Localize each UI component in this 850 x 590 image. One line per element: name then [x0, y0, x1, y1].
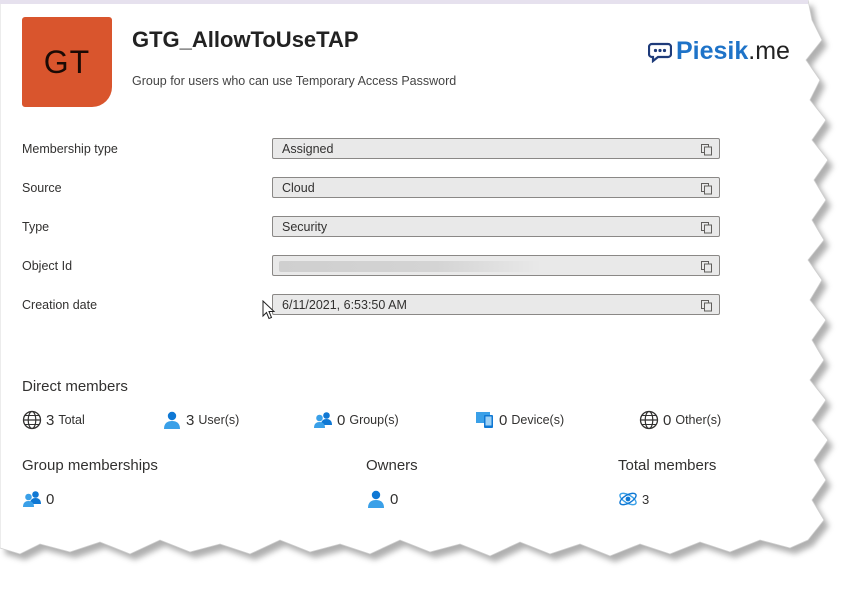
members-icon	[619, 492, 637, 506]
group-memberships-count: 0	[46, 490, 55, 508]
user-icon	[368, 490, 384, 508]
owners-heading: Owners	[366, 457, 418, 474]
source-label: Source	[22, 181, 62, 195]
creation-date-label: Creation date	[22, 298, 98, 312]
source-field: Cloud	[272, 177, 720, 198]
source-value: Cloud	[282, 181, 315, 195]
direct-groups-count: 0	[337, 411, 346, 429]
type-label: Type	[22, 220, 50, 234]
direct-total-count: 3	[46, 411, 55, 429]
direct-devices-label: Device(s)	[511, 413, 565, 427]
copy-icon[interactable]	[700, 221, 713, 234]
device-icon	[476, 412, 493, 428]
creation-date-value: 6/11/2021, 6:53:50 AM	[282, 298, 407, 312]
copy-icon[interactable]	[700, 182, 713, 195]
object-id-label: Object Id	[22, 259, 73, 273]
brand-watermark: Piesik .me	[648, 37, 790, 66]
total-members-heading: Total members	[618, 457, 717, 474]
creation-date-field: 6/11/2021, 6:53:50 AM	[272, 294, 720, 315]
group-memberships-stat[interactable]: 0	[22, 489, 54, 509]
direct-users-label: User(s)	[198, 413, 240, 427]
avatar-initials: GT	[43, 43, 91, 80]
direct-others-label: Other(s)	[675, 413, 722, 427]
group-avatar: GT	[22, 17, 112, 107]
copy-icon[interactable]	[700, 143, 713, 156]
group-icon	[23, 491, 41, 507]
direct-others[interactable]: 0 Other(s)	[639, 410, 721, 430]
user-icon	[164, 411, 180, 429]
direct-users-count: 3	[186, 411, 195, 429]
copy-icon[interactable]	[700, 260, 713, 273]
object-id-field	[272, 255, 720, 276]
type-value: Security	[282, 220, 328, 234]
membership-type-value: Assigned	[282, 142, 334, 156]
direct-others-count: 0	[663, 411, 672, 429]
direct-total[interactable]: 3 Total	[22, 410, 85, 430]
owners-stat[interactable]: 0	[366, 489, 398, 509]
direct-total-label: Total	[58, 413, 85, 427]
group-memberships-heading: Group memberships	[22, 457, 158, 474]
group-description: Group for users who can use Temporary Ac…	[132, 74, 457, 88]
direct-devices-count: 0	[499, 411, 508, 429]
chat-bubble-icon	[648, 42, 672, 63]
direct-devices[interactable]: 0 Device(s)	[475, 410, 564, 430]
globe-icon	[22, 410, 42, 430]
direct-groups[interactable]: 0 Group(s)	[313, 410, 399, 430]
total-members-count: 3	[642, 491, 650, 507]
copy-icon[interactable]	[700, 299, 713, 312]
object-id-redacted	[279, 261, 541, 272]
total-members-stat[interactable]: 3	[618, 489, 649, 509]
type-field: Security	[272, 216, 720, 237]
group-title: GTG_AllowToUseTAP	[132, 27, 359, 52]
group-icon	[314, 412, 332, 428]
membership-type-label: Membership type	[22, 142, 118, 156]
brand-name: Piesik	[676, 37, 749, 65]
direct-groups-label: Group(s)	[349, 413, 399, 427]
owners-count: 0	[390, 490, 399, 508]
top-border	[0, 0, 808, 4]
brand-domain: .me	[748, 37, 790, 65]
mouse-cursor-icon	[262, 300, 276, 320]
membership-type-field: Assigned	[272, 138, 720, 159]
direct-members-heading: Direct members	[22, 378, 128, 395]
direct-users[interactable]: 3 User(s)	[162, 410, 239, 430]
globe-icon	[639, 410, 659, 430]
